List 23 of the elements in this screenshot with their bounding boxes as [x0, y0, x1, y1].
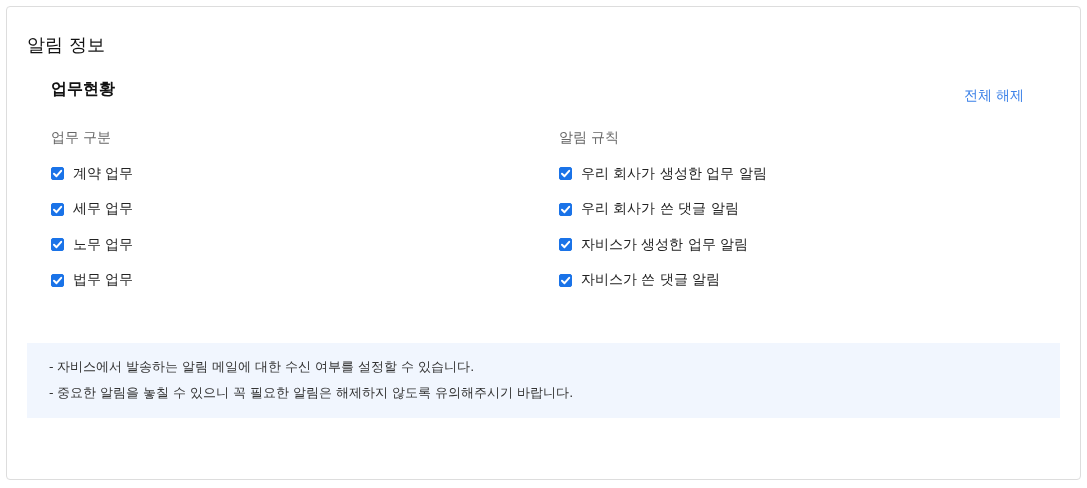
checkbox[interactable]: [559, 238, 572, 252]
checkbox-label: 자비스가 쓴 댓글 알림: [581, 271, 721, 290]
group-heading: 업무 구분: [51, 129, 113, 147]
checkbox-label: 우리 회사가 쓴 댓글 알림: [581, 200, 739, 219]
checkbox-label: 세무 업무: [73, 200, 134, 219]
notice-text: - 중요한 알림을 놓칠 수 있으니 꼭 필요한 알림은 해제하지 않도록 유의해주시기 바랍니다.: [49, 385, 575, 402]
section-title: 업무현황: [51, 79, 115, 100]
checkbox[interactable]: [51, 238, 64, 252]
checkbox[interactable]: [559, 202, 572, 216]
checkbox[interactable]: [559, 167, 572, 181]
checkbox[interactable]: [559, 273, 572, 287]
checkbox[interactable]: [51, 167, 64, 181]
checkbox-label: 노무 업무: [73, 235, 134, 254]
checkbox[interactable]: [51, 273, 64, 287]
page-title: 알림 정보: [27, 33, 106, 57]
checkbox-label: 법무 업무: [73, 271, 134, 290]
group-heading: 알림 규칙: [559, 129, 621, 147]
notice-text: - 자비스에서 발송하는 알림 메일에 대한 수신 여부를 설정할 수 있습니다.: [49, 359, 476, 376]
checkbox-label: 자비스가 생성한 업무 알림: [581, 235, 749, 254]
checkbox[interactable]: [51, 202, 64, 216]
checkbox-label: 우리 회사가 생성한 업무 알림: [581, 164, 767, 183]
checkbox-label: 계약 업무: [73, 164, 134, 183]
clear-all-link[interactable]: 전체 해제: [963, 87, 1024, 105]
